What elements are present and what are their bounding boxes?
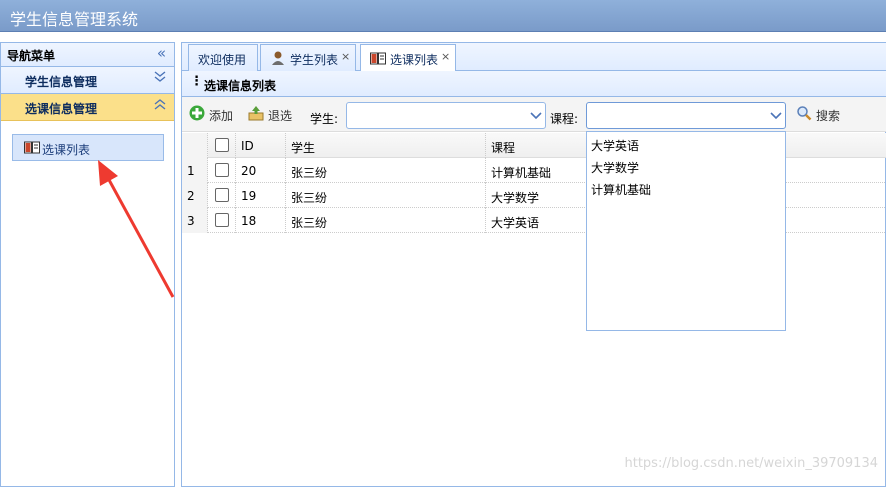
- watermark: https://blog.csdn.net/weixin_39709134: [624, 456, 878, 471]
- annotation-arrow: [98, 160, 175, 298]
